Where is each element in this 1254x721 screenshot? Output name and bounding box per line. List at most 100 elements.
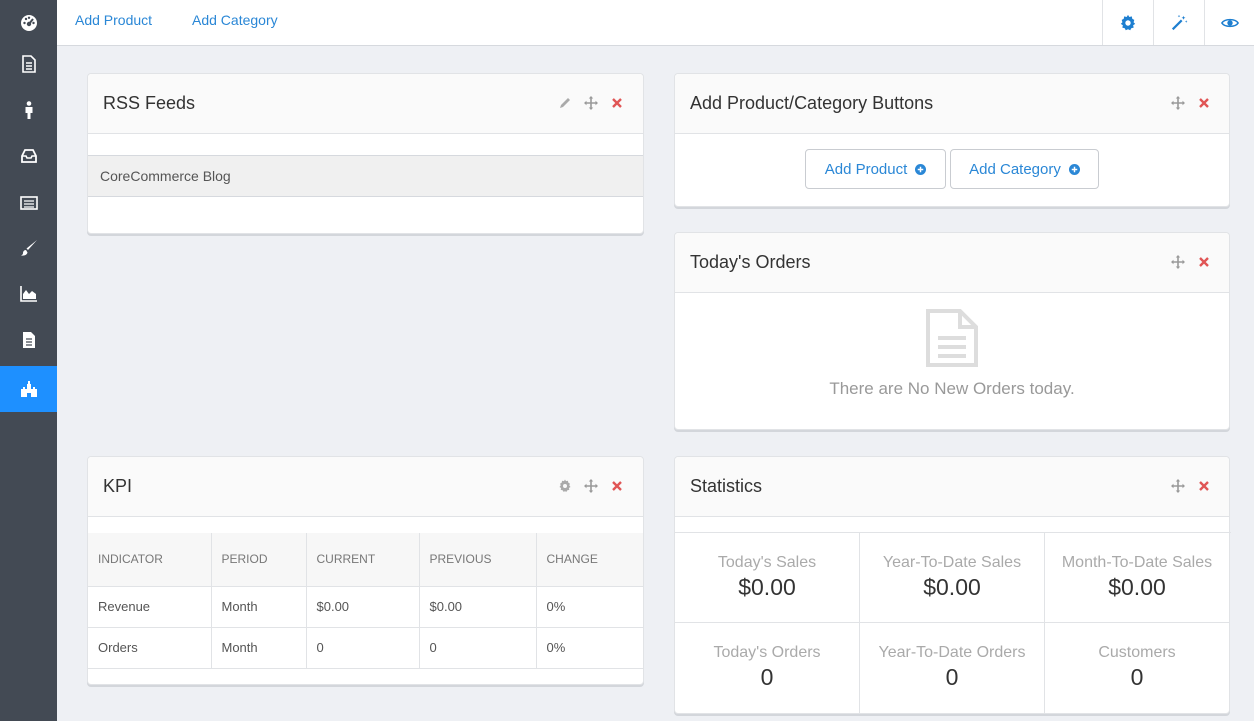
move-handle[interactable] <box>584 479 598 493</box>
close-button[interactable] <box>1197 255 1211 269</box>
stat-ytd-orders: Year-To-Date Orders 0 <box>860 623 1045 713</box>
close-button[interactable] <box>1197 96 1211 110</box>
empty-orders-message: There are No New Orders today. <box>829 379 1075 398</box>
table-row: Orders Month 0 0 0% <box>88 627 643 669</box>
column-header: INDICATOR <box>88 533 212 587</box>
list-icon <box>19 196 38 210</box>
add-buttons-panel: Add Product/Category Buttons Add Product… <box>674 73 1230 207</box>
gear-icon <box>559 479 571 492</box>
close-icon <box>612 481 622 491</box>
statistics-panel: Statistics Today's Sales $0.00 Year-To-D… <box>674 456 1231 714</box>
close-button[interactable] <box>610 96 624 110</box>
panel-header: RSS Feeds <box>88 74 643 134</box>
column-header: PERIOD <box>211 533 307 587</box>
move-icon <box>584 96 598 110</box>
rss-feed-title[interactable]: CoreCommerce Blog <box>100 168 231 184</box>
wizard-button[interactable] <box>1153 0 1204 45</box>
document-icon <box>21 55 36 73</box>
add-category-button[interactable]: Add Category <box>950 149 1099 189</box>
add-product-button[interactable]: Add Product <box>805 149 946 189</box>
panel-header: Today's Orders <box>675 233 1229 293</box>
todays-orders-panel: Today's Orders There are No New Orders t… <box>674 232 1230 430</box>
stat-label: Today's Sales <box>717 554 817 571</box>
sidebar-item-pages[interactable] <box>0 41 57 87</box>
stat-value: 0 <box>760 664 774 690</box>
table-cell: 0% <box>536 627 643 669</box>
close-icon <box>1199 98 1209 108</box>
stat-label: Year-To-Date Orders <box>878 644 1026 661</box>
table-header-row: INDICATOR PERIOD CURRENT PREVIOUS CHANGE <box>88 533 643 587</box>
stat-label: Year-To-Date Sales <box>882 554 1022 571</box>
add-product-link[interactable]: Add Product <box>75 12 152 28</box>
stat-mtd-sales: Month-To-Date Sales $0.00 <box>1045 533 1229 623</box>
sidebar-item-customers[interactable] <box>0 87 57 133</box>
add-category-label: Add Category <box>969 160 1061 178</box>
sidebar-item-design[interactable] <box>0 225 57 271</box>
sidebar <box>0 0 57 721</box>
close-button[interactable] <box>1197 479 1211 493</box>
table-cell: $0.00 <box>419 586 537 628</box>
preview-button[interactable] <box>1204 0 1254 45</box>
stat-todays-sales: Today's Sales $0.00 <box>675 533 860 623</box>
stat-value: $0.00 <box>1108 574 1166 600</box>
sidebar-item-dashboard[interactable] <box>0 0 57 46</box>
eye-icon <box>1221 18 1239 27</box>
panel-title: Today's Orders <box>690 252 811 272</box>
close-icon <box>612 98 622 108</box>
stat-todays-orders: Today's Orders 0 <box>675 623 860 713</box>
close-button[interactable] <box>610 479 624 493</box>
table-row: Revenue Month $0.00 $0.00 0% <box>88 586 643 628</box>
sidebar-item-catalog[interactable] <box>0 180 57 226</box>
add-product-label: Add Product <box>824 160 908 178</box>
stat-value: $0.00 <box>738 574 796 600</box>
magic-wand-icon <box>1171 14 1188 30</box>
move-handle[interactable] <box>1171 479 1185 493</box>
panel-title: KPI <box>103 476 133 496</box>
move-handle[interactable] <box>1171 96 1185 110</box>
move-icon <box>1171 96 1185 110</box>
stat-value: $0.00 <box>923 574 981 600</box>
sidebar-item-orders[interactable] <box>0 133 57 179</box>
panel-header: Statistics <box>675 457 1229 517</box>
table-cell: $0.00 <box>306 586 420 628</box>
panel-title: Add Product/Category Buttons <box>690 93 934 113</box>
plus-circle-icon <box>915 163 927 175</box>
sidebar-item-reports[interactable] <box>0 270 57 316</box>
move-icon <box>584 479 598 493</box>
table-cell: Month <box>211 586 307 628</box>
table-cell: 0% <box>536 586 643 628</box>
panel-header: KPI <box>88 457 643 517</box>
edit-button[interactable] <box>558 96 572 110</box>
top-bar: Add Product Add Category <box>57 0 1254 46</box>
sidebar-item-storefront[interactable] <box>0 366 57 412</box>
sidebar-item-content[interactable] <box>0 317 57 363</box>
settings-button[interactable] <box>558 479 572 493</box>
person-icon <box>25 101 32 119</box>
close-icon <box>1199 257 1209 267</box>
castle-icon <box>20 381 37 397</box>
area-chart-icon <box>19 286 37 302</box>
panel-title: Statistics <box>690 476 763 496</box>
gear-icon <box>1120 14 1136 30</box>
table-cell: Revenue <box>88 586 212 628</box>
settings-button[interactable] <box>1102 0 1153 45</box>
move-handle[interactable] <box>1171 255 1185 269</box>
stat-label: Customers <box>1098 644 1176 661</box>
kpi-table: INDICATOR PERIOD CURRENT PREVIOUS CHANGE… <box>88 533 643 669</box>
table-cell: 0 <box>306 627 420 669</box>
panel-header: Add Product/Category Buttons <box>675 74 1229 134</box>
plus-circle-icon <box>1068 163 1080 175</box>
dashboard-icon <box>20 15 37 31</box>
table-cell: Orders <box>88 627 212 669</box>
stat-value: 0 <box>945 664 959 690</box>
move-icon <box>1171 255 1185 269</box>
table-cell: Month <box>211 627 307 669</box>
move-handle[interactable] <box>584 96 598 110</box>
rss-feeds-panel: RSS Feeds CoreCommerce Blog <box>87 73 644 234</box>
brush-icon <box>20 240 37 256</box>
column-header: CURRENT <box>306 533 420 587</box>
add-category-link[interactable]: Add Category <box>192 12 278 28</box>
stat-value: 0 <box>1130 664 1144 690</box>
rss-feed-item[interactable]: CoreCommerce Blog <box>88 155 643 197</box>
stat-label: Today's Orders <box>713 644 821 661</box>
